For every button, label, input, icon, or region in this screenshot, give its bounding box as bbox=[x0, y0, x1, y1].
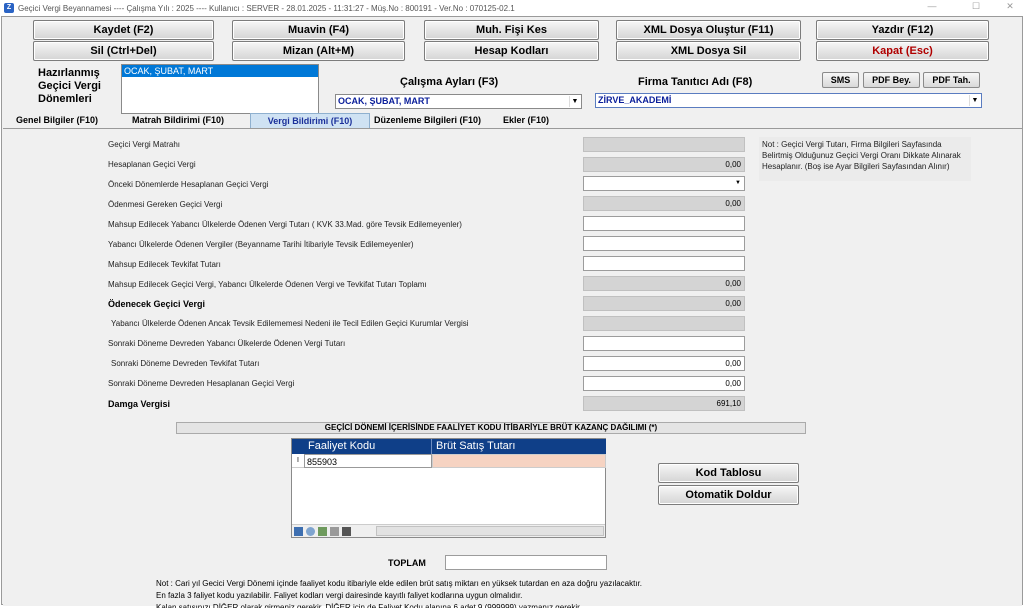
row-label: Sonraki Döneme Devreden Yabancı Ülkelerd… bbox=[108, 339, 346, 348]
filter-icon[interactable] bbox=[330, 526, 339, 536]
save-button[interactable]: Kaydet (F2) bbox=[33, 20, 214, 40]
row-field: 0,00 bbox=[583, 196, 745, 211]
period-select[interactable]: OCAK, ŞUBAT, MART ▼ bbox=[335, 94, 582, 109]
vergi-bildirimi-panel: Geçici Vergi Matrahı Hesaplanan Geçici V… bbox=[3, 128, 1022, 608]
row-label: Yabancı Ülkelerde Ödenen Vergiler (Beyan… bbox=[108, 240, 414, 249]
firm-label: Firma Tanıtıcı Adı (F8) bbox=[638, 76, 753, 88]
row-field bbox=[583, 137, 745, 152]
row-input[interactable] bbox=[583, 336, 745, 351]
grid-header-amount[interactable]: Brüt Satış Tutarı bbox=[432, 439, 606, 454]
row-input[interactable]: 0,00 bbox=[583, 376, 745, 391]
row-field: 0,00 bbox=[583, 296, 745, 311]
info-note: Not : Geçici Vergi Tutarı, Firma Bilgile… bbox=[759, 137, 971, 181]
grid-cell-code[interactable]: 855903 bbox=[304, 454, 432, 468]
grid-corner bbox=[292, 439, 304, 454]
row-label: Sonraki Döneme Devreden Hesaplanan Geçic… bbox=[108, 379, 295, 388]
view-icon[interactable] bbox=[306, 526, 315, 536]
previous-tax-select[interactable]: ▼ bbox=[583, 176, 745, 191]
main-window: Kaydet (F2) Muavin (F4) Muh. Fişi Kes XM… bbox=[1, 16, 1023, 608]
activity-grid[interactable]: Faaliyet Kodu Brüt Satış Tutarı I 855903 bbox=[291, 438, 606, 538]
total-label: TOPLAM bbox=[388, 558, 426, 568]
total-field bbox=[445, 555, 607, 570]
row-label: Mahsup Edilecek Yabancı Ülkelerde Ödenen… bbox=[108, 220, 462, 229]
tab-matrah-bildirimi[interactable]: Matrah Bildirimi (F10) bbox=[128, 113, 228, 129]
xml-create-button[interactable]: XML Dosya Oluştur (F11) bbox=[616, 20, 801, 40]
horizontal-scrollbar[interactable] bbox=[376, 526, 604, 536]
grid-header-code[interactable]: Faaliyet Kodu bbox=[304, 439, 432, 454]
tab-genel-bilgiler[interactable]: Genel Bilgiler (F10) bbox=[12, 113, 102, 129]
print-button[interactable]: Yazdır (F12) bbox=[816, 20, 989, 40]
row-field: 691,10 bbox=[583, 396, 745, 411]
kod-tablosu-button[interactable]: Kod Tablosu bbox=[658, 463, 799, 483]
row-input[interactable]: 0,00 bbox=[583, 356, 745, 371]
row-label: Önceki Dönemlerde Hesaplanan Geçici Verg… bbox=[108, 180, 269, 189]
maximize-button[interactable]: ☐ bbox=[964, 1, 988, 12]
chevron-down-icon[interactable]: ▼ bbox=[969, 95, 980, 106]
save-icon[interactable] bbox=[294, 526, 303, 536]
xml-delete-button[interactable]: XML Dosya Sil bbox=[616, 41, 801, 61]
mizan-button[interactable]: Mizan (Alt+M) bbox=[232, 41, 405, 61]
row-label: Sonraki Döneme Devreden Tevkifat Tutarı bbox=[111, 359, 260, 368]
delete-button[interactable]: Sil (Ctrl+Del) bbox=[33, 41, 214, 61]
chevron-down-icon[interactable]: ▼ bbox=[569, 96, 580, 107]
row-label: Geçici Vergi Matrahı bbox=[108, 140, 181, 149]
print-icon[interactable] bbox=[342, 526, 351, 536]
row-label: Ödenecek Geçici Vergi bbox=[108, 299, 206, 309]
grid-footer bbox=[292, 524, 605, 537]
firm-select[interactable]: ZİRVE_AKADEMİ ▼ bbox=[595, 93, 982, 108]
period-label: Çalışma Ayları (F3) bbox=[400, 76, 499, 88]
muavin-button[interactable]: Muavin (F4) bbox=[232, 20, 405, 40]
title-bar: Z Geçici Vergi Beyannamesi ---- Çalışma … bbox=[0, 0, 1024, 16]
row-label: Mahsup Edilecek Geçici Vergi, Yabancı Ül… bbox=[108, 280, 427, 289]
row-label: Hesaplanan Geçici Vergi bbox=[108, 160, 196, 169]
note-line: Not : Cari yıl Gecici Vergi Dönemi içind… bbox=[156, 579, 643, 588]
grid-cell-amount[interactable] bbox=[432, 454, 606, 468]
pdf-bey-button[interactable]: PDF Bey. bbox=[863, 72, 920, 88]
row-input[interactable] bbox=[583, 216, 745, 231]
sms-button[interactable]: SMS bbox=[822, 72, 859, 88]
tab-duzenleme-bilgileri[interactable]: Düzenleme Bilgileri (F10) bbox=[370, 113, 485, 129]
pdf-tah-button[interactable]: PDF Tah. bbox=[923, 72, 980, 88]
note-line: En fazla 3 faliyet kodu yazılabilir. Fal… bbox=[156, 591, 523, 600]
otomatik-doldur-button[interactable]: Otomatik Doldur bbox=[658, 485, 799, 505]
row-field: 0,00 bbox=[583, 276, 745, 291]
firm-value: ZİRVE_AKADEMİ bbox=[598, 95, 672, 105]
tab-ekler[interactable]: Ekler (F10) bbox=[499, 113, 553, 129]
section-title: GEÇİCİ DÖNEMİ İÇERİSİNDE FAALİYET KODU İ… bbox=[176, 422, 806, 434]
tab-vergi-bildirimi[interactable]: Vergi Bildirimi (F10) bbox=[250, 113, 370, 129]
list-item[interactable]: OCAK, ŞUBAT, MART bbox=[122, 65, 318, 77]
row-input[interactable] bbox=[583, 236, 745, 251]
prepared-periods-label: Hazırlanmış Geçici Vergi Dönemleri bbox=[38, 67, 101, 105]
muh-fisi-button[interactable]: Muh. Fişi Kes bbox=[424, 20, 599, 40]
row-indicator: I bbox=[292, 454, 304, 468]
window-title: Geçici Vergi Beyannamesi ---- Çalışma Yı… bbox=[18, 3, 515, 13]
row-field bbox=[583, 316, 745, 331]
prepared-periods-list[interactable]: OCAK, ŞUBAT, MART bbox=[121, 64, 319, 114]
close-window-button[interactable]: ✕ bbox=[998, 1, 1022, 12]
hesap-kodlari-button[interactable]: Hesap Kodları bbox=[424, 41, 599, 61]
period-value: OCAK, ŞUBAT, MART bbox=[338, 96, 430, 106]
row-label: Yabancı Ülkelerde Ödenen Ancak Tevsik Ed… bbox=[111, 319, 469, 328]
chevron-down-icon[interactable]: ▼ bbox=[733, 178, 743, 189]
row-label: Mahsup Edilecek Tevkifat Tutarı bbox=[108, 260, 221, 269]
row-label: Damga Vergisi bbox=[108, 399, 171, 409]
close-button[interactable]: Kapat (Esc) bbox=[816, 41, 989, 61]
row-label: Ödenmesi Gereken Geçici Vergi bbox=[108, 200, 223, 209]
note-line: Kalan satışınızı DİĞER olarak girmeniz g… bbox=[156, 603, 582, 608]
row-field: 0,00 bbox=[583, 157, 745, 172]
app-icon: Z bbox=[4, 3, 14, 13]
excel-icon[interactable] bbox=[318, 526, 327, 536]
row-input[interactable] bbox=[583, 256, 745, 271]
minimize-button[interactable]: — bbox=[920, 1, 944, 11]
